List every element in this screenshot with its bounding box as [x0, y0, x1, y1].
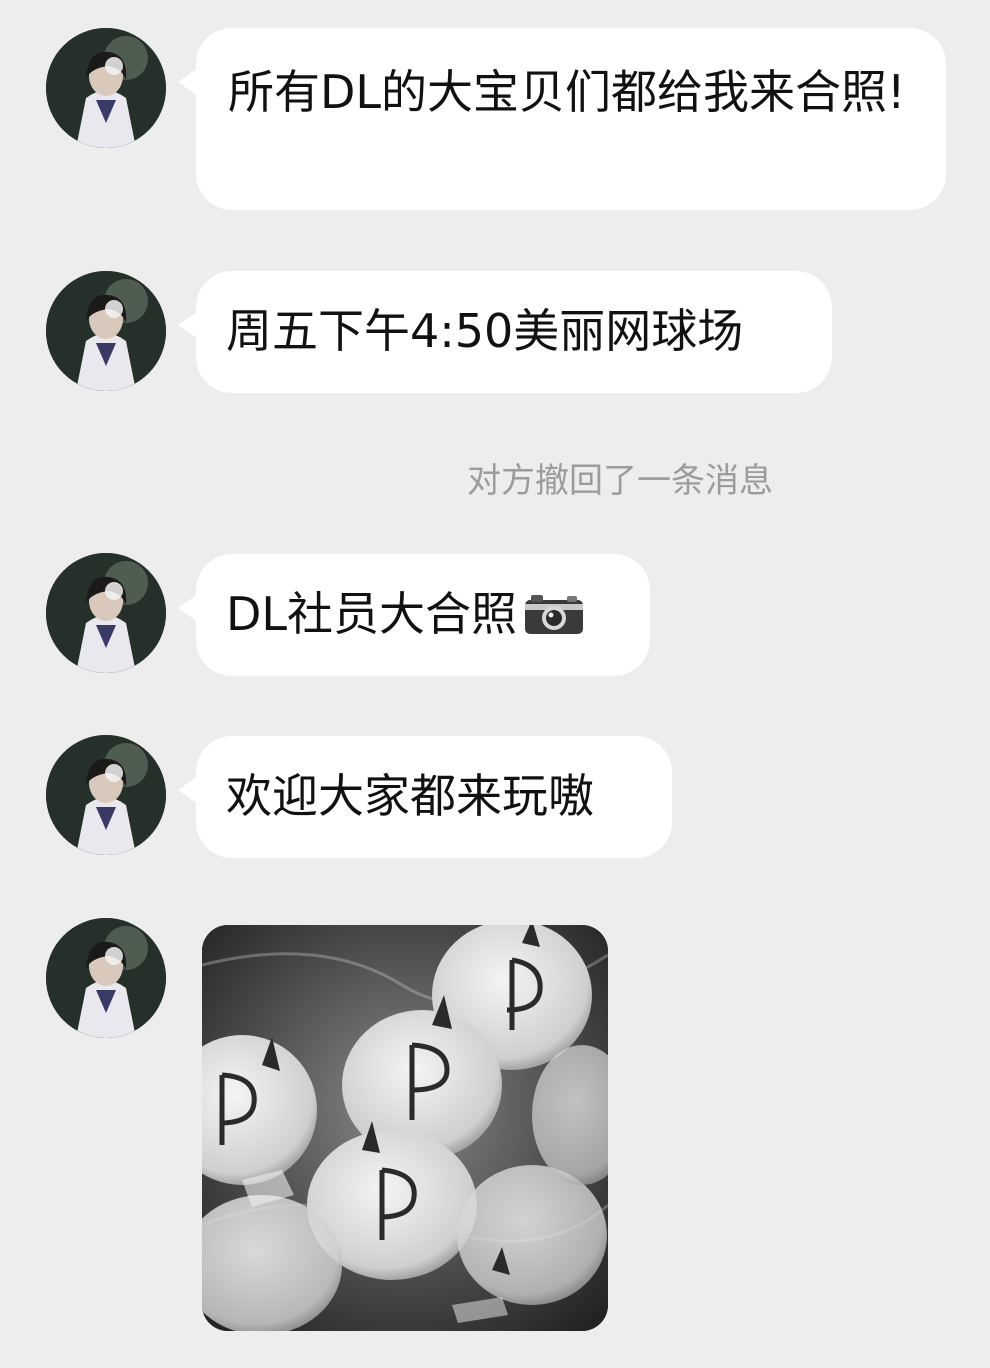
sender-avatar[interactable]: [46, 271, 166, 391]
chat-window: 所有DL的大宝贝们都给我来合照! 周五下午4:50美丽网球场 对方撤回了一条消息: [0, 0, 990, 1368]
message-bubble[interactable]: DL社员大合照: [178, 554, 650, 676]
sender-avatar[interactable]: [46, 735, 166, 855]
message-bubble[interactable]: 欢迎大家都来玩嗷: [178, 736, 672, 858]
recall-notice: 对方撤回了一条消息: [467, 461, 773, 501]
message-bubble[interactable]: 所有DL的大宝贝们都给我来合照!: [178, 28, 946, 210]
message-text: 周五下午4:50美丽网球场: [226, 304, 744, 358]
message-text: DL社员大合照: [226, 587, 518, 641]
badges-photo: [202, 925, 608, 1331]
sender-avatar[interactable]: [46, 28, 166, 148]
sender-avatar[interactable]: [46, 918, 166, 1038]
camera-emoji-icon: [523, 590, 585, 650]
message-text: 欢迎大家都来玩嗷: [226, 769, 594, 823]
image-message[interactable]: [202, 925, 608, 1331]
message-text: 所有DL的大宝贝们都给我来合照!: [228, 65, 906, 119]
message-bubble[interactable]: 周五下午4:50美丽网球场: [178, 271, 832, 393]
sender-avatar[interactable]: [46, 553, 166, 673]
